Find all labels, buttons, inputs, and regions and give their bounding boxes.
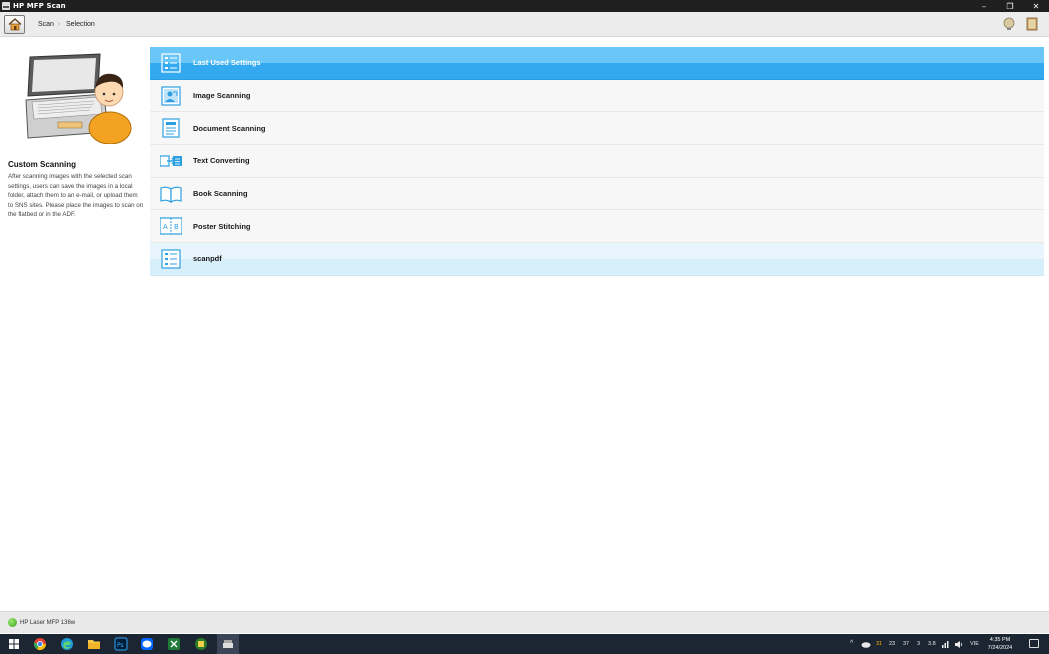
help-bulb-icon[interactable] <box>1002 17 1016 31</box>
breadcrumb-separator: › <box>58 21 61 28</box>
zalo-icon[interactable] <box>140 637 154 651</box>
tray-weather-temp[interactable]: 31 <box>876 634 882 654</box>
clock-date: 7/24/2024 <box>987 645 1013 651</box>
scanner-person-illustration <box>25 53 132 144</box>
status-bar: HP Laser MFP 136w <box>0 611 1049 633</box>
scan-mode-list: Last Used Settings Image Scanning Docume… <box>150 47 1044 276</box>
hp-scan-taskbar-icon[interactable] <box>221 637 235 651</box>
input-language[interactable]: VIE <box>970 634 979 654</box>
scanner-app-icon <box>2 2 10 10</box>
poster-stitch-icon: A B <box>160 217 182 236</box>
menu-item-label: Last Used Settings <box>193 58 261 68</box>
book-icon <box>160 186 182 203</box>
settings-list-icon <box>161 249 181 269</box>
image-scan-icon <box>161 86 181 106</box>
excel-like-app-icon[interactable] <box>167 637 181 651</box>
photoshop-icon[interactable]: Ps <box>114 637 128 651</box>
device-status-icon <box>8 618 17 627</box>
svg-text:A: A <box>163 223 168 231</box>
tray-stat-1: 23 <box>889 641 896 647</box>
svg-text:Ps: Ps <box>117 642 124 649</box>
chrome-icon[interactable] <box>33 637 47 651</box>
app-grid-icon[interactable] <box>194 637 208 651</box>
notification-icon[interactable] <box>1029 639 1039 648</box>
menu-item-last-used-settings[interactable]: Last Used Settings <box>150 47 1044 80</box>
breadcrumb-selection: Selection <box>66 21 95 28</box>
window-title: HP MFP Scan <box>13 2 66 10</box>
restore-button[interactable]: ❐ <box>997 0 1023 12</box>
windows-taskbar: Ps ^ 31 23 37 3 3.8 VIE 4:35 PM 7/24/202… <box>0 634 1049 654</box>
menu-item-text-converting[interactable]: Text Converting <box>150 145 1044 178</box>
menu-item-book-scanning[interactable]: Book Scanning <box>150 177 1044 211</box>
menu-item-label: scanpdf <box>193 254 222 264</box>
svg-text:B: B <box>174 223 179 231</box>
weather-cloud-icon[interactable] <box>861 640 871 648</box>
file-explorer-icon[interactable] <box>87 637 101 651</box>
edge-icon[interactable] <box>60 637 74 651</box>
tray-stat-4: 3.8 <box>928 641 936 647</box>
menu-item-label: Poster Stitching <box>193 221 251 231</box>
menu-item-label: Book Scanning <box>193 189 248 199</box>
breadcrumb-scan[interactable]: Scan <box>38 12 54 37</box>
section-title: Custom Scanning <box>8 160 77 169</box>
window-controls: – ❐ ✕ <box>971 0 1049 12</box>
windows-start-icon[interactable] <box>7 637 21 651</box>
manual-book-icon[interactable] <box>1026 17 1038 31</box>
title-bar: HP MFP Scan – ❐ ✕ <box>0 0 1049 12</box>
menu-item-image-scanning[interactable]: Image Scanning <box>150 79 1044 113</box>
menu-item-document-scanning[interactable]: Document Scanning <box>150 112 1044 146</box>
menu-item-poster-stitching[interactable]: A B Poster Stitching <box>150 210 1044 244</box>
device-name[interactable]: HP Laser MFP 136w <box>20 612 75 634</box>
section-description: After scanning images with the selected … <box>8 173 144 218</box>
menu-item-scanpdf[interactable]: scanpdf <box>150 243 1044 276</box>
navigation-bar: Scan › Selection <box>0 12 1049 37</box>
settings-list-icon <box>161 53 181 73</box>
tray-stat-2: 37 <box>903 641 910 647</box>
menu-item-label: Text Converting <box>193 156 250 166</box>
home-icon <box>8 18 21 31</box>
volume-icon[interactable] <box>954 640 964 649</box>
network-icon[interactable] <box>941 640 950 649</box>
text-convert-icon <box>160 155 182 167</box>
close-button[interactable]: ✕ <box>1023 0 1049 12</box>
tray-chevron-icon[interactable]: ^ <box>850 634 853 654</box>
home-button[interactable] <box>4 15 25 34</box>
menu-item-label: Image Scanning <box>193 91 251 101</box>
menu-item-label: Document Scanning <box>193 123 266 133</box>
clock-time: 4:35 PM <box>989 637 1011 643</box>
system-clock[interactable]: 4:35 PM 7/24/2024 <box>983 636 1017 652</box>
document-icon <box>162 118 180 138</box>
tray-stat-3: 3 <box>917 641 921 647</box>
minimize-button[interactable]: – <box>971 0 997 12</box>
